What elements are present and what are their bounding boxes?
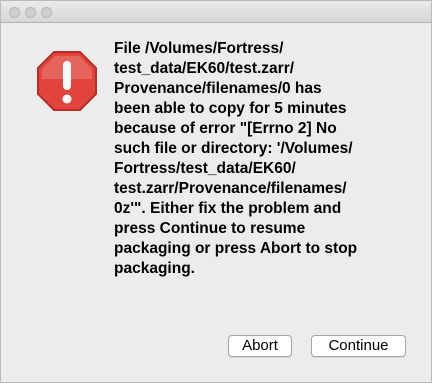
title-bar[interactable]	[1, 1, 431, 23]
alert-icon	[37, 51, 97, 111]
minimize-window-button[interactable]	[25, 7, 36, 18]
alert-dialog-window: File /Volumes/Fortress/ test_data/EK60/t…	[0, 0, 432, 383]
abort-button[interactable]: Abort	[228, 335, 292, 357]
alert-message: File /Volumes/Fortress/ test_data/EK60/t…	[114, 40, 358, 277]
zoom-window-button[interactable]	[41, 7, 52, 18]
close-window-button[interactable]	[9, 7, 20, 18]
continue-button[interactable]: Continue	[311, 335, 406, 357]
